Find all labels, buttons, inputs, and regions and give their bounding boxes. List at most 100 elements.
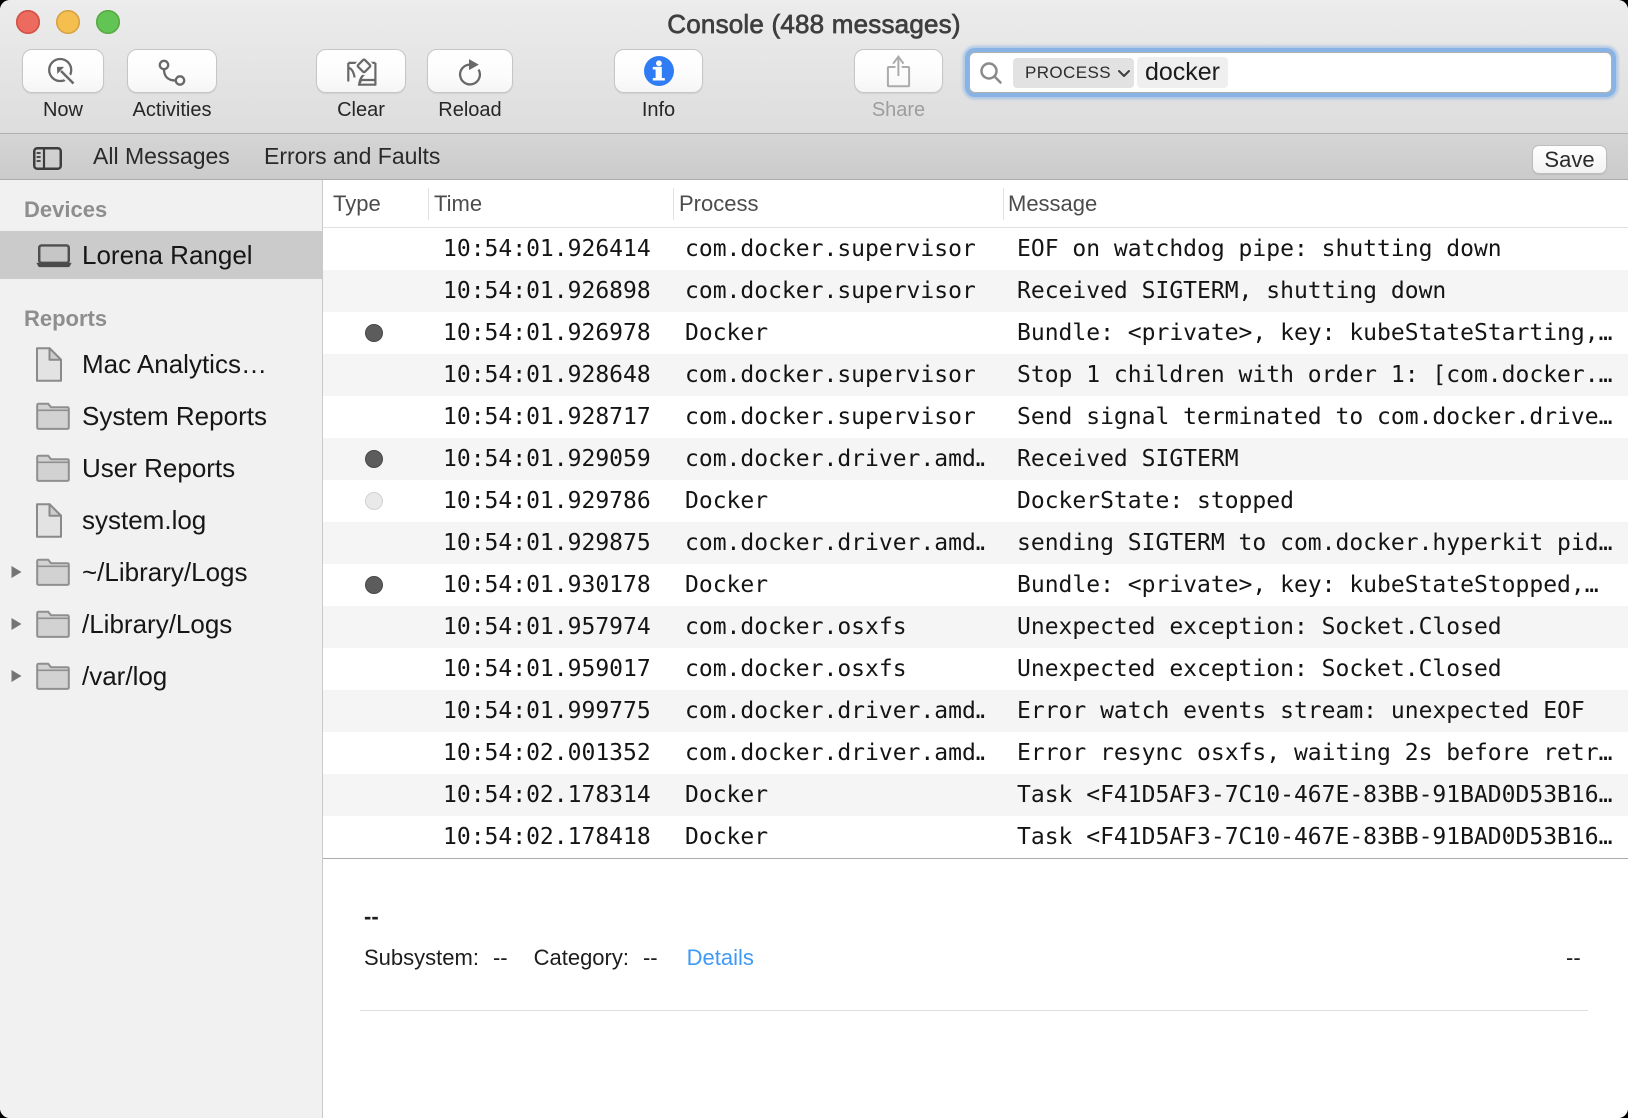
search-filter-token[interactable]: PROCESS xyxy=(1013,58,1134,88)
sidebar-item-var-log[interactable]: /var/log xyxy=(0,652,322,700)
info-button-label: Info xyxy=(614,99,703,122)
cell-time: 10:54:01.928648 xyxy=(443,354,673,396)
document-icon xyxy=(36,496,72,544)
cell-time: 10:54:01.929875 xyxy=(443,522,673,564)
table-row[interactable]: 10:54:01.929875 com.docker.driver.amd… sen… xyxy=(323,522,1628,564)
cell-time: 10:54:02.178314 xyxy=(443,774,673,816)
search-input[interactable]: docker xyxy=(1137,57,1228,88)
cell-message: Received SIGTERM, shutting down xyxy=(1017,270,1617,312)
log-level-dot-dark xyxy=(365,576,383,594)
cell-process: com.docker.supervisor xyxy=(685,228,985,270)
table-header: Type Time Process Message xyxy=(323,180,1628,228)
sidebar-toggle-icon[interactable] xyxy=(33,147,62,170)
share-icon xyxy=(886,54,912,88)
cell-process: com.docker.supervisor xyxy=(685,396,985,438)
column-header-time[interactable]: Time xyxy=(434,180,482,228)
disclosure-triangle-icon[interactable] xyxy=(10,652,24,700)
cell-time: 10:54:01.926898 xyxy=(443,270,673,312)
category-label: Category: xyxy=(534,945,629,971)
search-field[interactable]: PROCESS docker xyxy=(969,52,1612,93)
favbar-item-all-messages[interactable]: All Messages xyxy=(93,134,230,178)
cell-time: 10:54:01.926978 xyxy=(443,312,673,354)
cell-process: com.docker.driver.amd… xyxy=(685,690,985,732)
column-header-type[interactable]: Type xyxy=(333,180,381,228)
cell-message: Stop 1 children with order 1: [com.docke… xyxy=(1017,354,1617,396)
cell-time: 10:54:02.178418 xyxy=(443,816,673,858)
reload-icon xyxy=(455,56,485,86)
column-separator xyxy=(1003,188,1004,220)
reload-toolbar-group: Reload xyxy=(427,49,513,122)
table-row[interactable]: 10:54:01.926898com.docker.supervisorRece… xyxy=(323,270,1628,312)
activities-button[interactable] xyxy=(127,49,217,93)
folder-icon xyxy=(36,548,72,596)
sidebar-item-library-logs[interactable]: /Library/Logs xyxy=(0,600,322,648)
share-button[interactable] xyxy=(854,49,943,93)
cell-time: 10:54:01.929059 xyxy=(443,438,673,480)
path-nodes-icon xyxy=(157,56,187,86)
target-arrow-icon xyxy=(46,54,80,88)
info-icon xyxy=(643,55,675,87)
details-link[interactable]: Details xyxy=(687,945,754,971)
sidebar-item-label: /Library/Logs xyxy=(82,609,232,640)
cell-time: 10:54:02.001352 xyxy=(443,732,673,774)
detail-meta-line: Subsystem: -- Category: -- Details xyxy=(364,945,754,971)
cell-process: com.docker.driver.amd… xyxy=(685,522,985,564)
chevron-down-icon xyxy=(1117,69,1131,78)
folder-icon xyxy=(36,652,72,700)
sidebar-item-label: Mac Analytics… xyxy=(82,349,267,380)
sidebar-item-library-logs[interactable]: ~/Library/Logs xyxy=(0,548,322,596)
info-button[interactable] xyxy=(614,49,703,93)
clear-button[interactable] xyxy=(316,49,406,93)
detail-divider xyxy=(360,1010,1588,1011)
table-row[interactable]: 10:54:02.001352com.docker.driver.amd…Err… xyxy=(323,732,1628,774)
table-row[interactable]: 10:54:01.926414com.docker.supervisorEOF … xyxy=(323,228,1628,270)
table-row[interactable]: 10:54:01.929786DockerDockerState: stoppe… xyxy=(323,480,1628,522)
table-row[interactable]: 10:54:01.930178DockerBundle: <private>, … xyxy=(323,564,1628,606)
favbar-item-errors-and-faults[interactable]: Errors and Faults xyxy=(264,134,440,178)
info-toolbar-group: Info xyxy=(614,49,703,122)
sidebar-item-system-reports[interactable]: System Reports xyxy=(0,392,322,440)
table-row[interactable]: 10:54:01.928717 com.docker.supervisor Send… xyxy=(323,396,1628,438)
column-header-process[interactable]: Process xyxy=(679,180,758,228)
sidebar-item-system-log[interactable]: system.log xyxy=(0,496,322,544)
table-row[interactable]: 10:54:01.926978DockerBundle: <private>, … xyxy=(323,312,1628,354)
subsystem-value: -- xyxy=(493,945,508,971)
sidebar-item-lorena-rangel[interactable]: Lorena Rangel xyxy=(0,231,322,279)
toolbar: Console (488 messages) Now Activities Cl… xyxy=(0,0,1628,134)
cell-process: Docker xyxy=(685,480,985,522)
cell-message: Send signal terminated to com.docker.dri… xyxy=(1017,396,1617,438)
cell-time: 10:54:01.959017 xyxy=(443,648,673,690)
table-row[interactable]: 10:54:02.178418DockerTask <F41D5AF3-7C10… xyxy=(323,816,1628,858)
window-title: Console (488 messages) xyxy=(0,9,1628,40)
sidebar-item-label: /var/log xyxy=(82,661,167,692)
table-row[interactable]: 10:54:01.959017com.docker.osxfsUnexpecte… xyxy=(323,648,1628,690)
cell-process: Docker xyxy=(685,312,985,354)
folder-icon xyxy=(36,444,72,492)
table-row[interactable]: 10:54:01.929059com.docker.driver.amd…Rec… xyxy=(323,438,1628,480)
table-row[interactable]: 10:54:01.999775com.docker.driver.amd…Err… xyxy=(323,690,1628,732)
table-row[interactable]: 10:54:01.928648com.docker.supervisorStop… xyxy=(323,354,1628,396)
cell-time: 10:54:01.929786 xyxy=(443,480,673,522)
reload-button-label: Reload xyxy=(427,99,513,122)
column-separator xyxy=(428,188,429,220)
share-toolbar-group: Share xyxy=(854,49,943,122)
cell-message: sending SIGTERM to com.docker.hyperkit p… xyxy=(1017,522,1617,564)
cell-time: 10:54:01.928717 xyxy=(443,396,673,438)
cell-message: EOF on watchdog pipe: shutting down xyxy=(1017,228,1617,270)
cell-process: Docker xyxy=(685,816,985,858)
disclosure-triangle-icon[interactable] xyxy=(10,548,24,596)
disclosure-triangle-icon[interactable] xyxy=(10,600,24,648)
sidebar-item-mac-analytics[interactable]: Mac Analytics… xyxy=(0,340,322,388)
favorites-bar: All Messages Errors and Faults Save xyxy=(0,134,1628,180)
table-row[interactable]: 10:54:02.178314DockerTask <F41D5AF3-7C10… xyxy=(323,774,1628,816)
cell-time: 10:54:01.957974 xyxy=(443,606,673,648)
column-header-message[interactable]: Message xyxy=(1008,180,1097,228)
save-button[interactable]: Save xyxy=(1532,145,1607,174)
reload-button[interactable] xyxy=(427,49,513,93)
sidebar-item-user-reports[interactable]: User Reports xyxy=(0,444,322,492)
cell-message: Bundle: <private>, key: kubeStateStopped… xyxy=(1017,564,1617,606)
now-button[interactable] xyxy=(22,49,104,93)
table-row[interactable]: 10:54:01.957974com.docker.osxfsUnexpecte… xyxy=(323,606,1628,648)
cell-process: com.docker.driver.amd… xyxy=(685,732,985,774)
now-button-label: Now xyxy=(22,99,104,122)
